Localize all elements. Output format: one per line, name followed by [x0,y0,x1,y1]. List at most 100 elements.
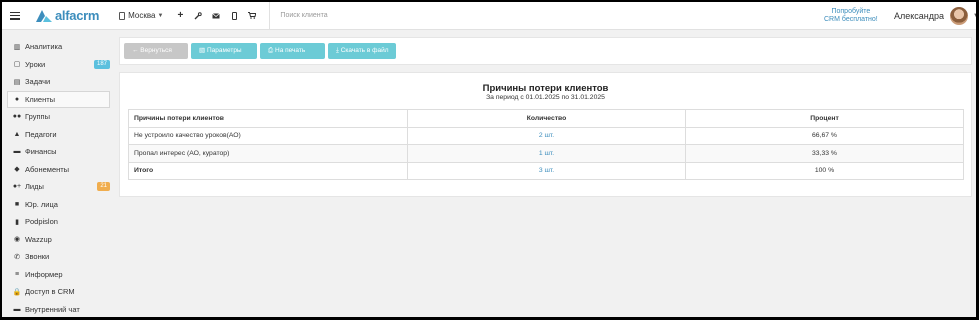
building-icon [119,11,126,20]
sidebar-item-label: Задачи [25,77,51,87]
sidebar-item[interactable]: ▬ Финансы [2,143,114,161]
whatsapp-icon: ◉ [13,236,21,244]
sidebar-item[interactable]: ▮ Podpislon [2,213,114,231]
user-name: Александра [894,11,945,21]
sidebar-item-label: Группы [25,112,50,122]
params-label: Параметры [206,47,242,54]
count-badge: 187 [93,59,110,69]
report-toolbar: ← Вернуться ▧ Параметры ⎙ На печать ⤓ Ск… [119,37,972,65]
sidebar-item[interactable]: ✆ Звонки [2,248,114,266]
sidebar-item-label: Звонки [25,252,50,262]
reason-cell: Не устроило качество уроков(АО) [128,126,408,145]
count-link[interactable]: 1 шт. [539,150,554,157]
percent-cell: 100 % [685,161,964,180]
count-cell[interactable]: 3 шт. [407,161,686,180]
percent-cell: 33,33 % [685,144,964,163]
sidebar-item[interactable]: ● Клиенты [7,90,110,108]
mobile-icon[interactable] [227,9,241,23]
calendar-icon: ▢ [13,61,21,69]
percent-cell: 66,67 % [685,126,964,145]
logo-mark-icon [36,9,52,22]
print-label: На печать [275,47,306,54]
sidebar-item[interactable]: ▢ Уроки 187 [2,56,114,74]
sidebar-item[interactable]: ◆ Абонементы [2,161,114,179]
sidebar-item[interactable]: ▤ Задачи [2,73,114,91]
count-cell[interactable]: 2 шт. [407,126,686,145]
sidebar-item[interactable]: ▥ Аналитика [2,38,114,56]
plus-icon[interactable]: + [173,9,187,23]
count-link[interactable]: 3 шт. [539,167,554,174]
sidebar-item-label: Уроки [25,59,46,69]
lock-icon: 🔒 [12,288,22,296]
caret-down-icon: ▼ [157,12,164,19]
params-icon: ▧ [199,47,207,54]
promo-link[interactable]: Попробуйте CRM бесплатно! [824,8,878,24]
sidebar-item[interactable]: ●+ Лиды 21 [2,178,114,196]
sidebar-item[interactable]: ◉ Wazzup [2,231,114,249]
graduation-cap-icon: ▲ [13,130,21,138]
sidebar-item[interactable]: ▲ Педагоги [2,126,114,144]
print-icon: ⎙ [268,47,276,54]
download-button[interactable]: ⤓ Скачать в файл [328,43,396,59]
logo[interactable]: alfacrm [36,8,99,23]
sidebar-item[interactable]: ▬ Внутренний чат [2,301,114,318]
briefcase-icon: ■ [14,200,20,208]
logo-text: alfacrm [55,8,100,23]
download-label: Скачать в файл [340,47,389,54]
sidebar-item-label: Финансы [25,147,57,157]
search-input[interactable]: Поиск клиента [280,12,680,19]
sidebar-item-label: Доступ в CRM [25,287,75,297]
table-total-row: Итого 3 шт. 100 % [128,161,964,180]
avatar [950,7,969,25]
table-row: Пропал интерес (АО, куратор) 1 шт. 33,33… [128,144,964,163]
tag-icon: ◆ [14,166,20,174]
user-plus-icon: ●+ [12,183,22,191]
report-table: Причины потери клиентов Количество Проце… [128,109,964,180]
user-menu[interactable]: Александра ▼ [894,2,976,30]
phone-icon: ✆ [14,253,20,261]
column-header: Причины потери клиентов [128,109,408,128]
sidebar-item[interactable]: ●● Группы [2,108,114,126]
menu-icon[interactable] [10,11,20,20]
wrench-icon[interactable] [191,9,205,23]
envelope-icon[interactable] [209,9,223,23]
sidebar-item-label: Лиды [25,182,44,192]
table-row: Не устроило качество уроков(АО) 2 шт. 66… [128,126,964,145]
count-link[interactable]: 2 шт. [539,132,554,139]
back-button[interactable]: ← Вернуться [124,43,188,59]
report-panel: Причины потери клиентов За период с 01.0… [119,72,972,197]
promo-line-2: CRM бесплатно! [824,16,878,23]
list-icon: ≡ [14,270,20,278]
cart-icon[interactable] [245,9,259,23]
sidebar-item[interactable]: ■ Юр. лица [2,196,114,214]
table-header-row: Причины потери клиентов Количество Проце… [128,109,964,128]
params-button[interactable]: ▧ Параметры [191,43,257,59]
chart-icon: ▥ [13,43,21,51]
tasks-icon: ▤ [13,78,21,86]
branch-selector[interactable]: Москва ▼ [119,11,163,20]
sidebar-item-label: Podpislon [25,217,58,227]
sidebar-item-label: Клиенты [25,94,56,104]
sidebar-item[interactable]: 🔒 Доступ в CRM [2,283,114,301]
sidebar-item[interactable]: ≡ Информер [2,266,114,284]
column-header: Процент [685,109,964,128]
sidebar-item-label: Абонементы [25,164,70,174]
promo-line-1: Попробуйте [831,8,871,15]
sidebar-item-label: Юр. лица [25,199,58,209]
sidebar-item-label: Информер [25,269,63,279]
user-icon: ● [14,95,20,103]
branch-name: Москва [128,11,156,20]
divider [269,2,271,30]
report-subtitle: За период с 01.01.2025 по 31.01.2025 [486,94,605,101]
print-button[interactable]: ⎙ На печать [260,43,325,59]
file-icon: ▮ [15,218,19,226]
reason-cell: Пропал интерес (АО, куратор) [128,144,408,163]
users-icon: ●● [12,113,22,121]
sidebar-item-label: Внутренний чат [25,304,80,314]
total-label-cell: Итого [128,161,408,180]
sidebar-item-label: Wazzup [25,234,52,244]
sidebar-item-label: Педагоги [25,129,57,139]
count-cell[interactable]: 1 шт. [407,144,686,163]
report-title: Причины потери клиентов [482,83,609,94]
sidebar-item-label: Аналитика [25,42,63,52]
